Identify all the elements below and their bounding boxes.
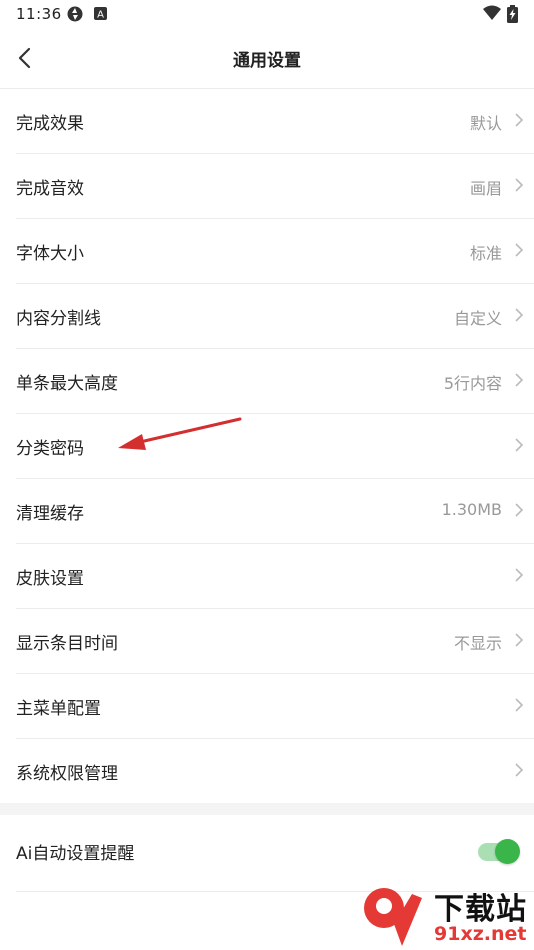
watermark-title: 下载站 [434,892,527,927]
chevron-right-icon [515,438,524,452]
page-title: 通用设置 [233,51,301,71]
setting-completion-effect[interactable]: 完成效果 默认 [16,89,534,154]
setting-value: 默认 [469,114,502,133]
watermark-url: 91xz.net [434,923,527,945]
setting-label: 字体大小 [16,244,84,264]
section-divider [0,803,534,815]
settings-list: 完成效果 默认 完成音效 画眉 字体大小 标准 内容分割线 自定义 单条最大高度… [0,89,534,892]
watermark-logo-icon [364,888,422,946]
setting-content-divider[interactable]: 内容分割线 自定义 [16,284,534,349]
setting-label: 清理缓存 [16,504,84,524]
setting-completion-sound[interactable]: 完成音效 画眉 [16,154,534,219]
setting-label: 分类密码 [16,439,84,459]
setting-category-password[interactable]: 分类密码 [16,414,534,479]
setting-ai-auto-reminder: Ai自动设置提醒 [16,815,534,892]
setting-show-item-time[interactable]: 显示条目时间 不显示 [16,609,534,674]
setting-system-permissions[interactable]: 系统权限管理 [16,739,534,803]
watermark: 下载站 91xz.net [360,884,534,950]
setting-label: 显示条目时间 [16,634,118,654]
annotation-arrow-icon [118,417,242,450]
setting-value: 不显示 [453,634,502,653]
setting-label: 主菜单配置 [16,699,101,719]
chevron-right-icon [515,763,524,777]
setting-value: 画眉 [469,179,502,198]
status-bar: 11:36 A [0,0,534,28]
toggle-knob [495,839,520,864]
setting-label: 单条最大高度 [16,374,118,394]
status-time: 11:36 [16,5,62,23]
setting-value: 标准 [469,244,502,263]
chevron-right-icon [515,568,524,582]
chevron-right-icon [515,698,524,712]
setting-label: 内容分割线 [16,309,101,329]
wifi-icon [483,5,501,20]
sync-icon [67,6,83,22]
ai-reminder-toggle[interactable] [478,839,520,864]
chevron-right-icon [515,243,524,257]
chevron-right-icon [515,113,524,127]
chevron-right-icon [515,308,524,322]
setting-max-item-height[interactable]: 单条最大高度 5行内容 [16,349,534,414]
setting-value: 5行内容 [443,374,502,393]
setting-label: 系统权限管理 [16,764,118,784]
battery-charging-icon [507,5,518,23]
setting-font-size[interactable]: 字体大小 标准 [16,219,534,284]
setting-value: 1.30MB [441,500,502,519]
a-badge-icon: A [94,7,107,21]
svg-text:A: A [97,10,104,21]
toggle-label: Ai自动设置提醒 [16,844,135,864]
header-bar: 通用设置 [0,28,534,89]
chevron-right-icon [515,373,524,387]
setting-main-menu-config[interactable]: 主菜单配置 [16,674,534,739]
setting-label: 完成音效 [16,179,84,199]
setting-label: 皮肤设置 [16,569,84,589]
setting-clear-cache[interactable]: 清理缓存 1.30MB [16,479,534,544]
setting-label: 完成效果 [16,114,84,134]
chevron-right-icon [515,503,524,517]
chevron-right-icon [515,633,524,647]
setting-skin[interactable]: 皮肤设置 [16,544,534,609]
chevron-right-icon [515,178,524,192]
setting-value: 自定义 [453,309,502,328]
